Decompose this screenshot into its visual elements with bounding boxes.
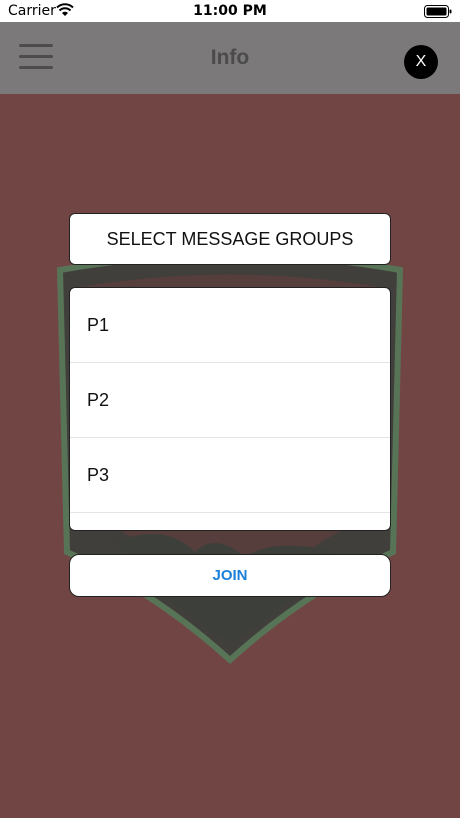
close-button[interactable]: X: [404, 45, 438, 79]
status-bar: Carrier 11:00 PM: [0, 0, 460, 22]
select-groups-header: SELECT MESSAGE GROUPS: [69, 213, 391, 265]
join-button[interactable]: JOIN: [69, 554, 391, 597]
group-list[interactable]: P1 P2 P3: [69, 287, 391, 531]
list-item-p2[interactable]: P2: [70, 363, 390, 438]
list-item-p3[interactable]: P3: [70, 438, 390, 513]
battery-icon: [424, 5, 452, 18]
list-item-partial[interactable]: [70, 513, 390, 530]
navbar: Info X: [0, 22, 460, 94]
clock: 11:00 PM: [193, 3, 267, 19]
page-title: Info: [210, 46, 250, 69]
list-item-p1[interactable]: P1: [70, 288, 390, 363]
